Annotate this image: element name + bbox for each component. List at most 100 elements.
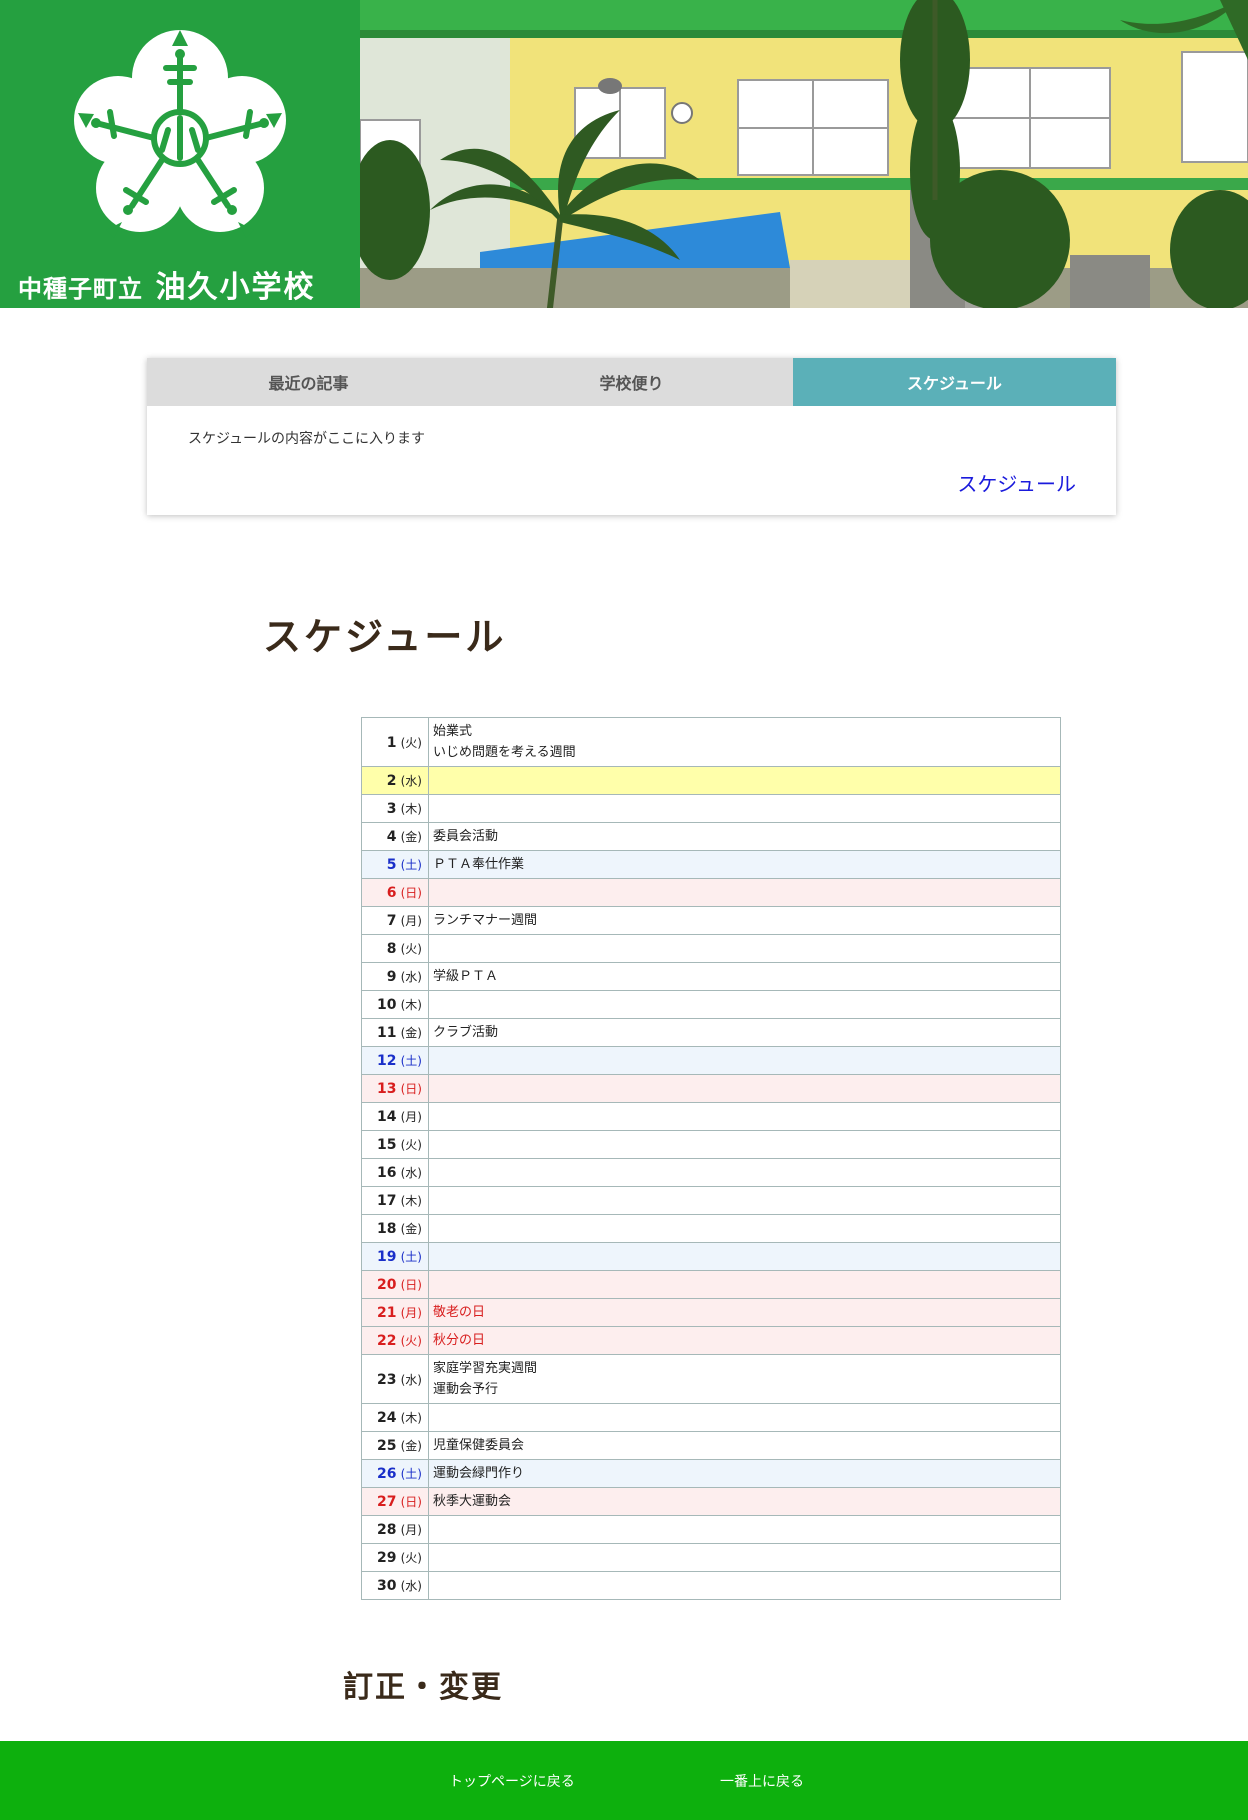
school-logo[interactable]: 中種子町立 油久小学校: [0, 0, 360, 308]
schedule-row: 6 (日): [361, 878, 1061, 907]
event-item: 委員会活動: [433, 829, 499, 844]
back-to-top-page-link[interactable]: トップページに戻る: [449, 1771, 575, 1791]
weekday: (土): [400, 858, 422, 872]
weekday: (月): [400, 914, 422, 928]
schedule-row: 11 (金) クラブ活動: [361, 1018, 1061, 1047]
schedule-row: 21 (月) 敬老の日: [361, 1298, 1061, 1327]
schedule-row: 12 (土): [361, 1046, 1061, 1075]
schedule-events: [428, 1242, 1061, 1271]
schedule-events: ＰＴＡ奉仕作業: [428, 850, 1061, 879]
weekday: (木): [400, 802, 422, 816]
schedule-events: [428, 766, 1061, 795]
schedule-events: [428, 1543, 1061, 1572]
schedule-date: 15 (火): [361, 1130, 429, 1159]
weekday: (金): [400, 1222, 422, 1236]
day-number: 17: [377, 1193, 397, 1209]
schedule-date: 6 (日): [361, 878, 429, 907]
tab-school-newsletter[interactable]: 学校便り: [470, 358, 793, 406]
schedule-date: 27 (日): [361, 1487, 429, 1516]
schedule-date: 16 (水): [361, 1158, 429, 1187]
schedule-row: 30 (水): [361, 1571, 1061, 1600]
weekday: (月): [400, 1523, 422, 1537]
weekday: (月): [400, 1110, 422, 1124]
tab-content: スケジュールの内容がここに入ります スケジュール: [147, 406, 1116, 496]
schedule-row: 5 (土) ＰＴＡ奉仕作業: [361, 850, 1061, 879]
weekday: (金): [400, 1439, 422, 1453]
schedule-date: 17 (木): [361, 1186, 429, 1215]
schedule-date: 2 (水): [361, 766, 429, 795]
event-item: 運動会緑門作り: [433, 1466, 525, 1481]
day-number: 5: [386, 857, 397, 873]
day-number: 26: [377, 1466, 397, 1482]
day-number: 21: [377, 1305, 397, 1321]
schedule-date: 12 (土): [361, 1046, 429, 1075]
schedule-row: 18 (金): [361, 1214, 1061, 1243]
school-title: 油久小学校: [155, 270, 316, 305]
schedule-row: 7 (月) ランチマナー週間: [361, 906, 1061, 935]
day-number: 13: [377, 1081, 397, 1097]
event-item: 秋季大運動会: [433, 1494, 512, 1509]
school-name: 中種子町立 油久小学校: [18, 262, 353, 306]
tab-schedule[interactable]: スケジュール: [793, 358, 1116, 406]
schedule-events: 始業式 いじめ問題を考える週間: [428, 717, 1061, 767]
schedule-events: [428, 1571, 1061, 1600]
weekday: (水): [400, 1372, 422, 1387]
day-number: 15: [377, 1137, 397, 1153]
weekday: (日): [400, 1082, 422, 1096]
schedule-row: 20 (日): [361, 1270, 1061, 1299]
weekday: (木): [400, 1194, 422, 1208]
schedule-row: 4 (金) 委員会活動: [361, 822, 1061, 851]
weekday: (火): [400, 1138, 422, 1152]
schedule-date: 8 (火): [361, 934, 429, 963]
event-item: 学級ＰＴＡ: [433, 969, 499, 984]
schedule-events: [428, 1403, 1061, 1432]
weekday: (水): [400, 1579, 422, 1593]
schedule-row: 28 (月): [361, 1515, 1061, 1544]
day-number: 4: [386, 829, 397, 845]
day-number: 8: [386, 941, 397, 957]
event-item: 家庭学習充実週間: [433, 1361, 538, 1376]
weekday: (木): [400, 1411, 422, 1425]
event-item: ランチマナー週間: [433, 913, 538, 928]
day-number: 18: [377, 1221, 397, 1237]
school-building-photo: [360, 0, 1248, 308]
event-item: 敬老の日: [433, 1305, 486, 1320]
weekday: (月): [400, 1306, 422, 1320]
schedule-link[interactable]: スケジュール: [957, 468, 1076, 497]
schedule-row: 27 (日) 秋季大運動会: [361, 1487, 1061, 1516]
weekday: (金): [400, 1026, 422, 1040]
day-number: 30: [377, 1578, 397, 1594]
school-prefix: 中種子町立: [18, 274, 143, 303]
schedule-row: 14 (月): [361, 1102, 1061, 1131]
schedule-events: ランチマナー週間: [428, 906, 1061, 935]
day-number: 20: [377, 1277, 397, 1293]
schedule-events: [428, 1046, 1061, 1075]
schedule-date: 30 (水): [361, 1571, 429, 1600]
schedule-date: 5 (土): [361, 850, 429, 879]
schedule-events: 運動会緑門作り: [428, 1459, 1061, 1488]
schedule-date: 23 (水): [361, 1354, 429, 1404]
schedule-date: 1 (火): [361, 717, 429, 767]
schedule-date: 26 (土): [361, 1459, 429, 1488]
event-item: 始業式: [433, 724, 473, 739]
tab-panel: 最近の記事 学校便り スケジュール スケジュールの内容がここに入ります スケジュ…: [147, 358, 1116, 515]
schedule-events: [428, 1515, 1061, 1544]
day-number: 28: [377, 1522, 397, 1538]
schedule-date: 21 (月): [361, 1298, 429, 1327]
schedule-events: 秋分の日: [428, 1326, 1061, 1355]
schedule-row: 2 (水): [361, 766, 1061, 795]
day-number: 14: [377, 1109, 397, 1125]
schedule-date: 13 (日): [361, 1074, 429, 1103]
day-number: 11: [377, 1025, 397, 1041]
scroll-to-top-link[interactable]: 一番上に戻る: [720, 1771, 804, 1791]
day-number: 22: [377, 1333, 397, 1349]
day-number: 10: [377, 997, 397, 1013]
weekday: (日): [400, 1495, 422, 1509]
schedule-events: [428, 794, 1061, 823]
event-item: 運動会予行: [433, 1382, 499, 1397]
schedule-events: [428, 1186, 1061, 1215]
weekday: (火): [400, 735, 422, 750]
day-number: 23: [377, 1371, 397, 1388]
tab-recent-articles[interactable]: 最近の記事: [147, 358, 470, 406]
schedule-date: 20 (日): [361, 1270, 429, 1299]
